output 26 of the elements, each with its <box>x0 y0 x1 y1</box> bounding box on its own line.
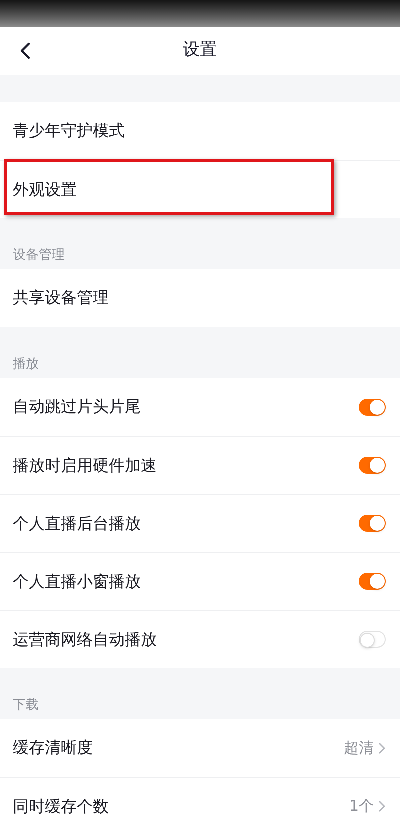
page-title: 设置 <box>183 39 217 62</box>
chevron-icon <box>378 800 386 813</box>
back-icon <box>19 42 31 60</box>
section-heading: 设备管理 <box>13 246 65 264</box>
row-value: 超清 <box>344 738 374 759</box>
row-label: 缓存清晰度 <box>13 737 94 759</box>
settings-row[interactable]: 外观设置 <box>0 160 400 218</box>
toggle-switch[interactable] <box>359 631 386 648</box>
row-label: 运营商网络自动播放 <box>13 628 158 650</box>
chevron-icon <box>378 742 386 754</box>
row-value: 1个 <box>349 796 374 816</box>
row-label: 播放时启用硬件加速 <box>13 454 158 476</box>
toggle-switch[interactable] <box>359 573 386 590</box>
row-label: 同时缓存个数 <box>13 796 110 816</box>
toggle-switch[interactable] <box>359 515 386 532</box>
row-label: 共享设备管理 <box>13 287 110 309</box>
row-label: 个人直播小窗播放 <box>13 570 142 592</box>
section-heading: 下载 <box>13 696 39 714</box>
row-label: 个人直播后台播放 <box>13 512 142 534</box>
toggle-switch[interactable] <box>359 457 386 474</box>
section-heading: 播放 <box>13 356 39 374</box>
row-label: 自动跳过片头片尾 <box>13 396 142 418</box>
row-label: 外观设置 <box>13 178 78 200</box>
row-label: 青少年守护模式 <box>13 120 126 142</box>
settings-row[interactable]: 同时缓存个数 1个 <box>0 777 400 816</box>
toggle-switch[interactable] <box>359 398 386 416</box>
